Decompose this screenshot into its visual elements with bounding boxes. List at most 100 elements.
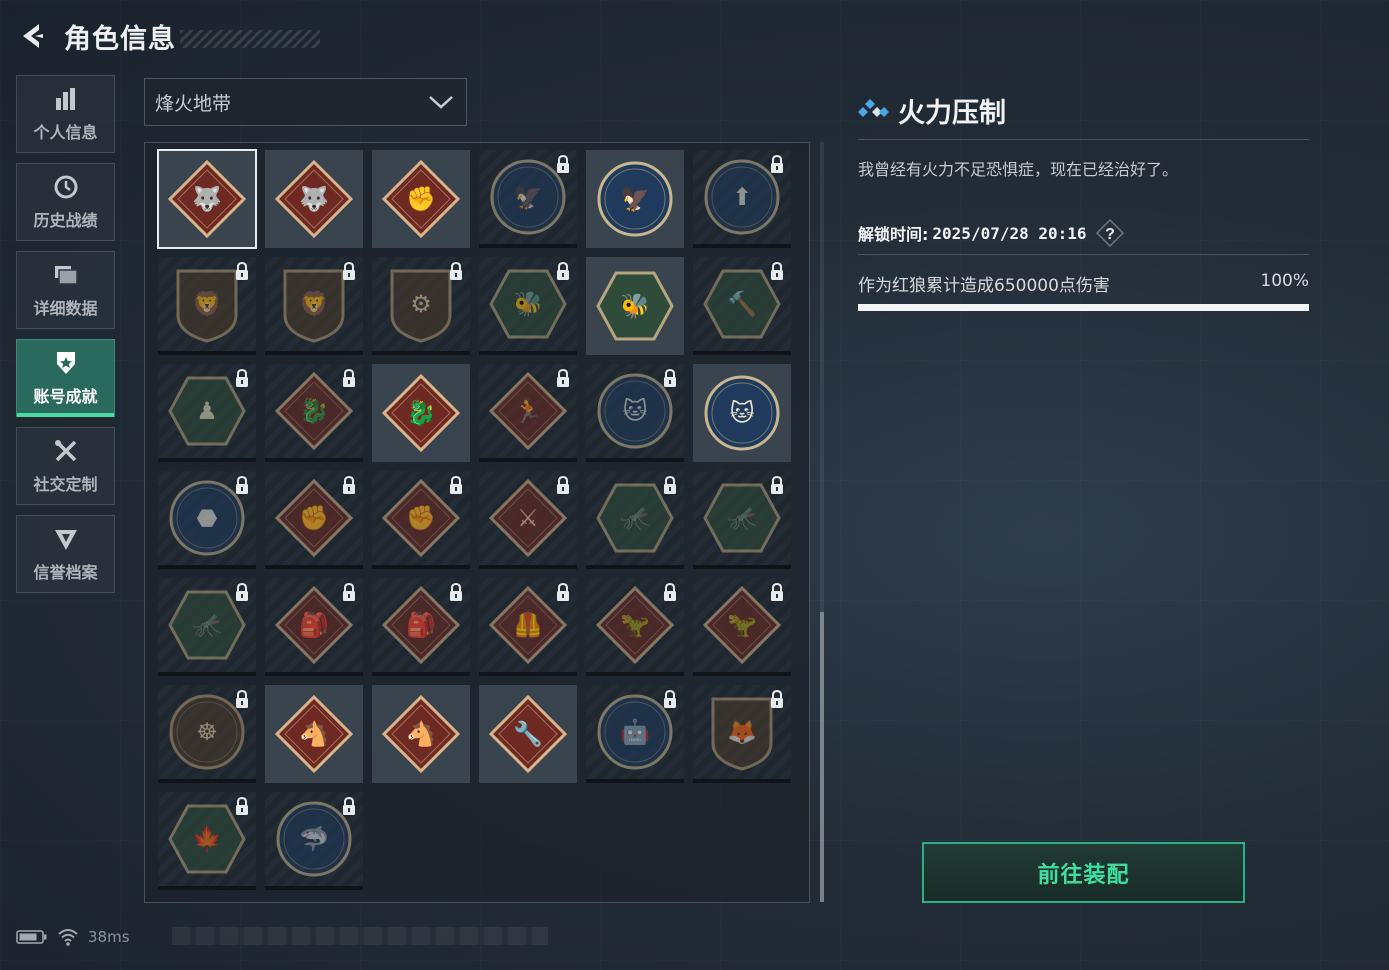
wheel-badge-glyph: ☸ [196,718,218,746]
lock-icon [557,582,569,601]
eagle-badge-glyph: 🦅 [513,183,543,211]
arrow-badge[interactable]: ⬆ [693,150,791,248]
divider [858,139,1309,140]
lock-icon [771,582,783,601]
fist-badge-2[interactable]: ✊ [265,471,363,569]
chevron-down-icon [429,96,453,109]
gear-badge-glyph: ⚙ [410,290,432,318]
obscured-text [172,927,548,945]
hammer-badge[interactable]: 🔨 [693,257,791,355]
sidebar-item-credit-record[interactable]: 信誉档案 [16,515,115,593]
achievement-title: 火力压制 [898,97,1006,129]
sidebar-item-achievements[interactable]: 账号成就 [16,339,115,417]
dragonfly-badge-2-glyph: 🦟 [727,504,757,532]
vest-badge[interactable]: 🦺 [479,578,577,676]
rock-badge[interactable]: ⬣ [158,471,256,569]
scrollbar-thumb[interactable] [820,612,824,902]
arrow-badge-glyph: ⬆ [731,183,753,211]
gear-badge[interactable]: ⚙ [372,257,470,355]
sidebar-item-personal-info[interactable]: 个人信息 [16,75,115,153]
shark-badge[interactable]: 🦈 [265,792,363,890]
rifle-badge[interactable]: ⚔ [479,471,577,569]
fist-badge-3[interactable]: ✊ [372,471,470,569]
lock-icon [557,261,569,280]
go-equip-button[interactable]: 前往装配 [922,842,1245,903]
rock-badge-glyph: ⬣ [196,504,218,532]
dragon-badge[interactable]: 🐉 [265,364,363,462]
sidebar-item-history[interactable]: 历史战绩 [16,163,115,241]
eagle-badge[interactable]: 🦅 [479,150,577,248]
achievement-description: 我曾经有火力不足恐惧症，现在已经治好了。 [858,160,1179,179]
back-button[interactable] [14,16,50,56]
ping-value: 38ms [88,928,130,946]
lock-icon [236,368,248,387]
wasp-badge-2-glyph: 🐝 [620,292,650,320]
dragonfly-badge-3[interactable]: 🦟 [158,578,256,676]
unlock-time-label: 解锁时间: [858,225,929,244]
lock-icon [236,582,248,601]
tools-badge[interactable]: 🔧 [479,685,577,783]
lock-icon [664,582,676,601]
wasp-badge-2[interactable]: 🐝 [586,257,684,355]
raptor-badge-2[interactable]: 🦖 [693,578,791,676]
task-progress-fill [858,304,1309,311]
lock-icon [343,796,355,815]
lock-icon [343,368,355,387]
lock-icon [343,261,355,280]
backpack-badge-2-glyph: 🎒 [406,611,436,639]
leaf-badge[interactable]: 🍁 [158,792,256,890]
mech-badge[interactable]: 🤖 [586,685,684,783]
soldier-badge[interactable]: ♟ [158,364,256,462]
horse-badge[interactable]: 🐴 [265,685,363,783]
runner-badge[interactable]: 🏃 [479,364,577,462]
fist-badge-3-glyph: ✊ [406,504,436,532]
horse-badge-2[interactable]: 🐴 [372,685,470,783]
wifi-icon [58,929,78,946]
task-description: 作为红狼累计造成650000点伤害 [858,276,1110,296]
back-arrow-icon [23,24,43,48]
sidebar-item-label: 历史战绩 [33,211,98,230]
tools-icon [52,437,80,465]
lock-icon [771,154,783,173]
wolf-badge-2-glyph: 🐺 [299,185,329,213]
lion-badge[interactable]: 🦁 [158,257,256,355]
season-dropdown[interactable]: 烽火地带 [144,78,467,126]
lock-icon [664,689,676,708]
lynx-badge-2[interactable]: 🐱 [693,364,791,462]
help-icon[interactable]: ? [1095,218,1125,248]
sidebar-item-detailed-data[interactable]: 详细数据 [16,251,115,329]
dragon-badge-glyph: 🐉 [299,397,329,425]
sidebar-item-social-customize[interactable]: 社交定制 [16,427,115,505]
lynx-badge-glyph: 🐱 [622,397,648,425]
lynx-badge[interactable]: 🐱 [586,364,684,462]
sidebar-item-label: 详细数据 [33,299,98,318]
wheel-badge[interactable]: ☸ [158,685,256,783]
fox-badge[interactable]: 🦊 [693,685,791,783]
lion-badge-2[interactable]: 🦁 [265,257,363,355]
sidebar-item-label: 信誉档案 [33,563,98,582]
wasp-badge[interactable]: 🐝 [479,257,577,355]
backpack-badge-2[interactable]: 🎒 [372,578,470,676]
fist-badge[interactable]: ✊ [372,150,470,248]
wolf-badge-2[interactable]: 🐺 [265,150,363,248]
badge-scrollbar[interactable] [820,142,824,902]
lock-icon [664,368,676,387]
lock-icon [450,582,462,601]
rifle-badge-glyph: ⚔ [517,504,539,532]
dragonfly-badge-2[interactable]: 🦟 [693,471,791,569]
backpack-badge[interactable]: 🎒 [265,578,363,676]
backpack-badge-glyph: 🎒 [299,611,329,639]
raptor-badge[interactable]: 🦖 [586,578,684,676]
fist-badge-2-glyph: ✊ [299,504,329,532]
eagle-badge-2[interactable]: 🦅 [586,150,684,248]
eagle-badge-2-glyph: 🦅 [620,185,650,213]
dragonfly-badge[interactable]: 🦟 [586,471,684,569]
leaf-badge-glyph: 🍁 [192,825,222,853]
lion-badge-glyph: 🦁 [192,290,222,318]
dragon-badge-2[interactable]: 🐉 [372,364,470,462]
wolf-badge[interactable]: 🐺 [157,149,257,249]
lock-icon [236,475,248,494]
svg-text:?: ? [1105,226,1115,243]
wolf-badge-glyph: 🐺 [192,185,222,213]
raptor-badge-glyph: 🦖 [620,611,650,639]
